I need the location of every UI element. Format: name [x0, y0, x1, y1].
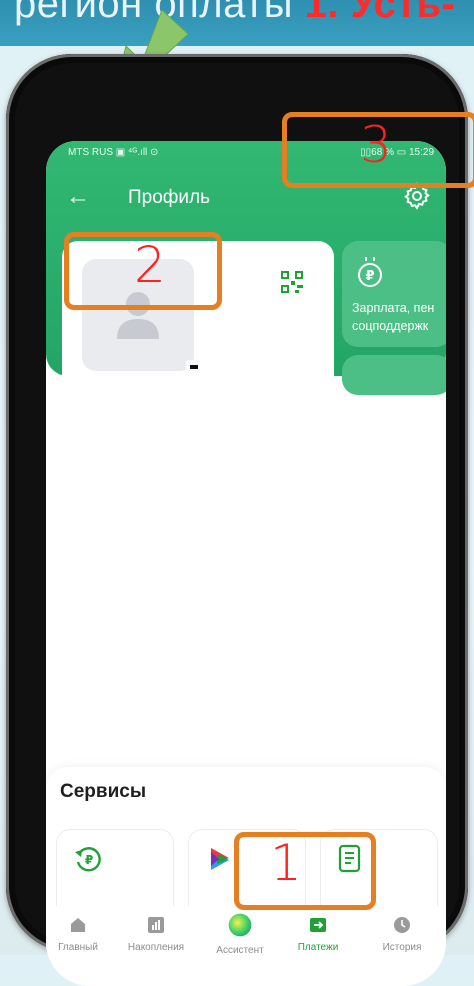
multicolor-logo-icon — [211, 848, 229, 870]
secondary-card[interactable] — [342, 355, 446, 395]
arrow-left-icon[interactable]: ← — [66, 183, 90, 211]
assistant-orb-icon — [228, 913, 252, 937]
ruble-coin-icon: ₽ — [358, 257, 382, 287]
chart-icon — [148, 917, 164, 933]
payments-icon — [310, 918, 326, 932]
tab-label: История — [382, 942, 422, 953]
bottom-tab-bar: Главный Накопления Ассистент Платежи Ист… — [46, 906, 446, 986]
annotation-number-1: 1 — [270, 834, 302, 892]
annotation-number-3: 3 — [360, 116, 392, 174]
tab-history[interactable]: История — [364, 916, 440, 953]
tab-label: Платежи — [297, 942, 339, 953]
instruction-banner: регион оплаты 1. Усть- — [0, 0, 474, 46]
annotation-number-2: 2 — [134, 236, 166, 294]
salary-card[interactable]: ₽ Зарплата, пен соцподдержк — [342, 241, 446, 347]
tab-assistant[interactable]: Ассистент — [202, 913, 278, 956]
status-left: MTS RUS ▣ ⁴ᴳ.ıll ⊙ — [68, 147, 159, 158]
annotation-box-1 — [234, 832, 376, 910]
banner-highlight: 1. Усть- — [304, 0, 456, 26]
history-icon — [394, 917, 410, 933]
ruble-refresh-icon: ₽ — [75, 847, 101, 872]
page-title: Профиль — [128, 187, 211, 208]
qr-code-icon[interactable] — [281, 271, 303, 293]
salary-card-text: Зарплата, пен соцподдержк — [352, 301, 435, 333]
svg-text:₽: ₽ — [85, 853, 93, 867]
banner-text: регион оплаты 1. Усть- — [14, 0, 455, 27]
tab-label: Главный — [58, 942, 98, 953]
tab-label: Ассистент — [216, 945, 264, 956]
home-icon — [71, 918, 85, 932]
avatar-edit-badge[interactable] — [186, 360, 202, 374]
phone-frame: MTS RUS ▣ ⁴ᴳ.ıll ⊙ ▯▯68 % ▭ 15:29 ← Проф… — [6, 54, 468, 986]
svg-text:₽: ₽ — [365, 269, 374, 284]
services-title: Сервисы — [60, 781, 147, 802]
tab-label: Накопления — [127, 942, 185, 953]
tab-savings[interactable]: Накопления — [118, 916, 194, 953]
tab-payments[interactable]: Платежи — [280, 916, 356, 953]
tab-home[interactable]: Главный — [46, 916, 116, 953]
